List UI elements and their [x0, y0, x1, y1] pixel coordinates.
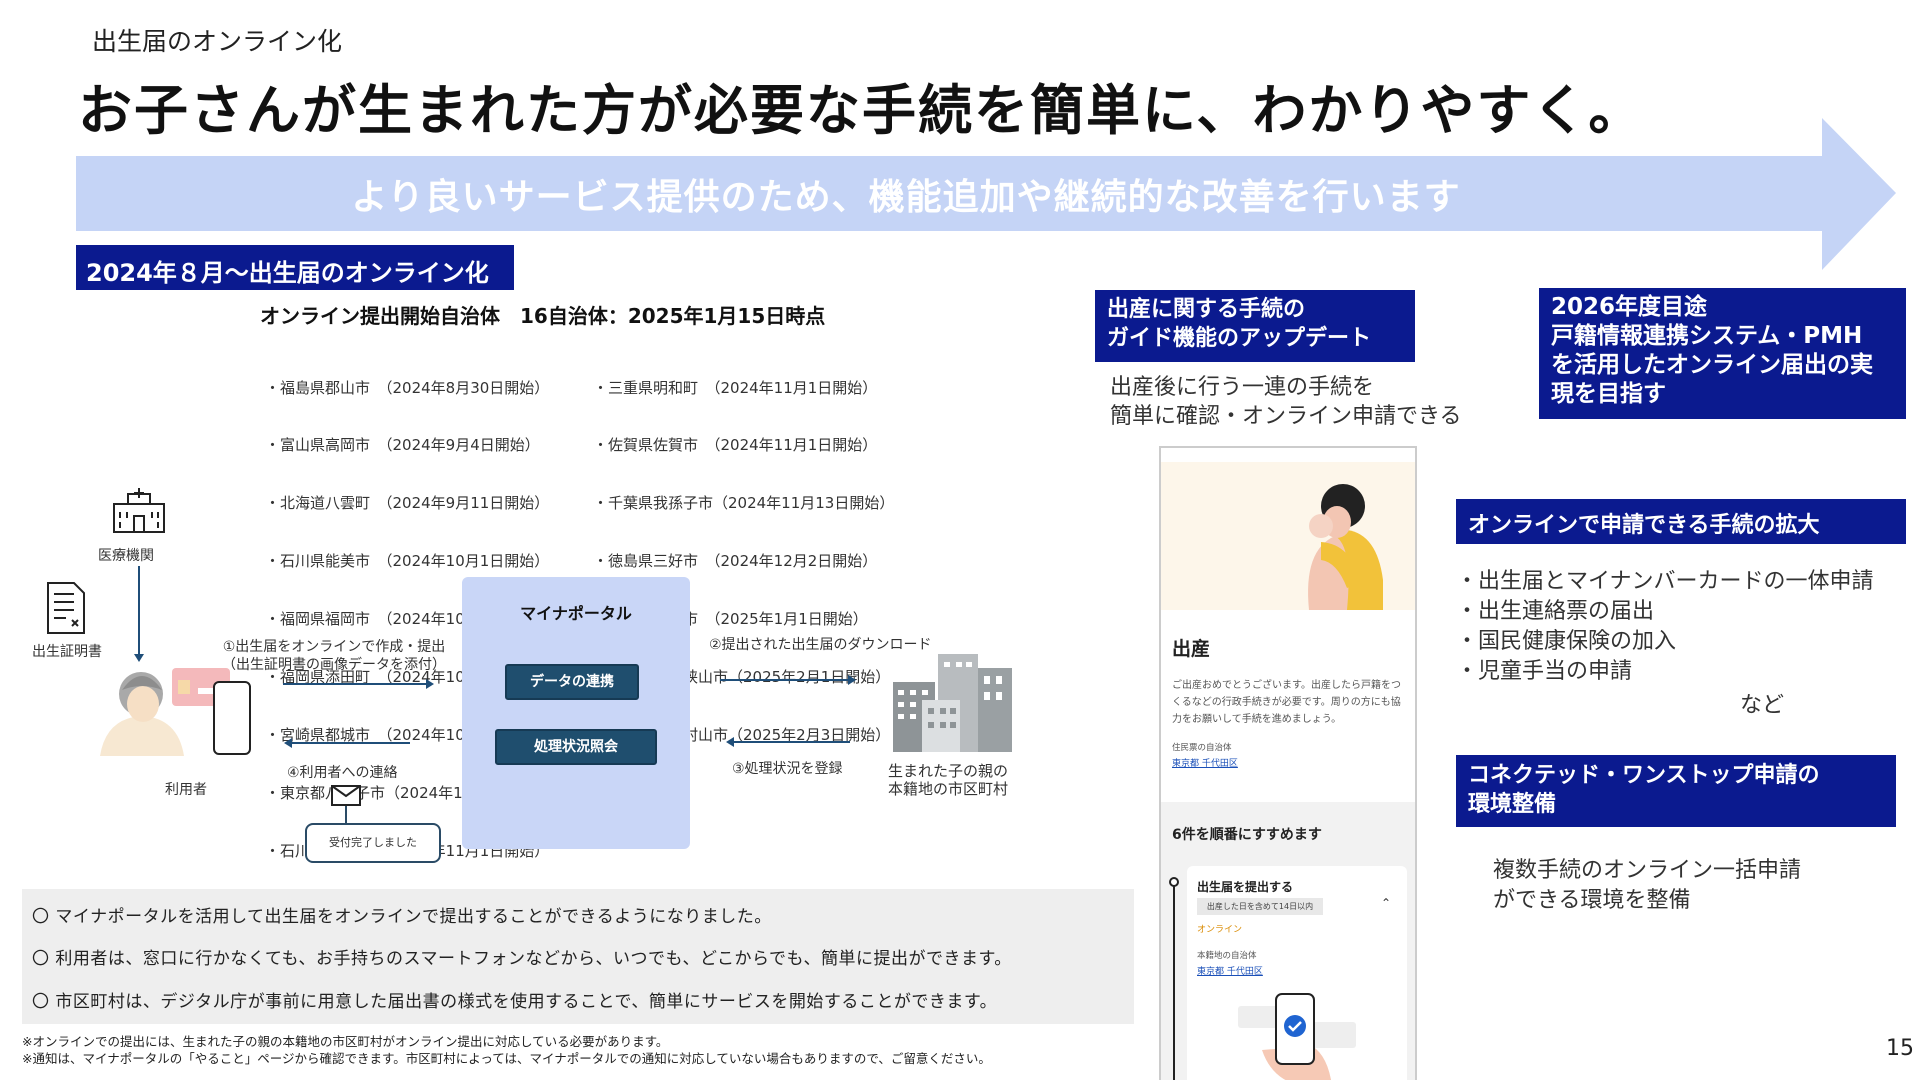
- etc-label: など: [1740, 693, 1785, 718]
- goal-heading: 2026年度目途 戸籍情報連携システム・PMH を活用したオンライン届出の実 現…: [1539, 288, 1906, 419]
- mail-icon: [331, 785, 361, 806]
- status-inquiry-button: 処理状況照会: [495, 729, 657, 765]
- note-line: 〇 利用者は、窓口に行かなくても、お手持ちのスマートフォンなどから、いつでも、ど…: [32, 949, 1012, 969]
- certificate-icon: [47, 582, 85, 634]
- registry-label: 本籍地の自治体: [1197, 951, 1257, 961]
- birth-certificate-label: 出生証明書: [32, 644, 102, 660]
- timeline-line: [1169, 877, 1179, 1080]
- city-label: 生まれた子の親の 本籍地の市区町村: [888, 762, 1009, 798]
- mynaportal-title: マイナポータル: [520, 604, 632, 623]
- list-item: ・出生連絡票の届出: [1456, 599, 1655, 624]
- list-item: ・出生届とマイナンバーカードの一体申請: [1456, 569, 1874, 594]
- note-line: 〇 市区町村は、デジタル庁が事前に用意した届出書の様式を使用することで、簡単にサ…: [32, 992, 998, 1012]
- hospital-icon: [113, 488, 165, 533]
- expand-list: ・出生届とマイナンバーカードの一体申請 ・出生連絡票の届出 ・国民健康保険の加入…: [1456, 567, 1874, 687]
- deadline-tag: 出産した日を含めて14日以内: [1197, 898, 1323, 915]
- step-3-label: ③処理状況を登録: [732, 761, 843, 777]
- guide-heading: 出産に関する手続の ガイド機能のアップデート: [1095, 290, 1415, 362]
- expand-heading: オンラインで申請できる手続の拡大: [1456, 499, 1906, 544]
- phone-page-title: 出産: [1172, 638, 1211, 660]
- online-badge: オンライン: [1197, 925, 1243, 935]
- mother-baby-illustration: [1308, 484, 1383, 610]
- smartphone-icon: [213, 681, 251, 755]
- data-link-button: データの連携: [505, 664, 639, 700]
- guide-description: 出産後に行う一連の手続を 簡単に確認・オンライン申請できる: [1110, 375, 1462, 429]
- step-card-title: 出生届を提出する: [1197, 880, 1294, 894]
- reception-complete-bubble: 受付完了しました: [305, 823, 441, 863]
- steps-title: 6件を順番にすすめます: [1172, 827, 1322, 843]
- smartphone-check-illustration: [1238, 993, 1356, 1080]
- connected-onestop-description: 複数手続のオンライン一括申請 ができる環境を整備: [1493, 858, 1802, 913]
- list-item: ・児童手当の申請: [1456, 659, 1633, 684]
- registry-link[interactable]: 東京都 千代田区: [1197, 964, 1263, 977]
- user-figure-icon: [100, 672, 184, 756]
- page-number: 15: [1886, 1036, 1914, 1061]
- step-4-label: ④利用者への連絡: [287, 765, 398, 781]
- phone-body-text: ご出産おめでとうございます。出産したら戸籍をつくるなどの行政手続きが必要です。周…: [1172, 680, 1401, 725]
- note-line: 〇 マイナポータルを活用して出生届をオンラインで提出することができるようになりま…: [32, 907, 772, 927]
- city-hall-building-icon: [893, 654, 1012, 752]
- user-label: 利用者: [165, 782, 207, 798]
- step-1-label: ①出生届をオンラインで作成・提出 （出生証明書の画像データを添付）: [222, 639, 446, 673]
- residence-link[interactable]: 東京都 千代田区: [1172, 756, 1238, 769]
- chevron-up-icon[interactable]: ⌃: [1381, 896, 1391, 910]
- list-item: ・国民健康保険の加入: [1456, 629, 1677, 654]
- residence-label: 住民票の自治体: [1172, 743, 1232, 753]
- footnote: ※通知は、マイナポータルの「やること」ページから確認できます。市区町村によっては…: [22, 1051, 991, 1066]
- hospital-label: 医療機関: [98, 548, 154, 564]
- step-2-label: ②提出された出生届のダウンロード: [709, 637, 932, 653]
- connected-onestop-heading: コネクテッド・ワンストップ申請の 環境整備: [1456, 755, 1896, 827]
